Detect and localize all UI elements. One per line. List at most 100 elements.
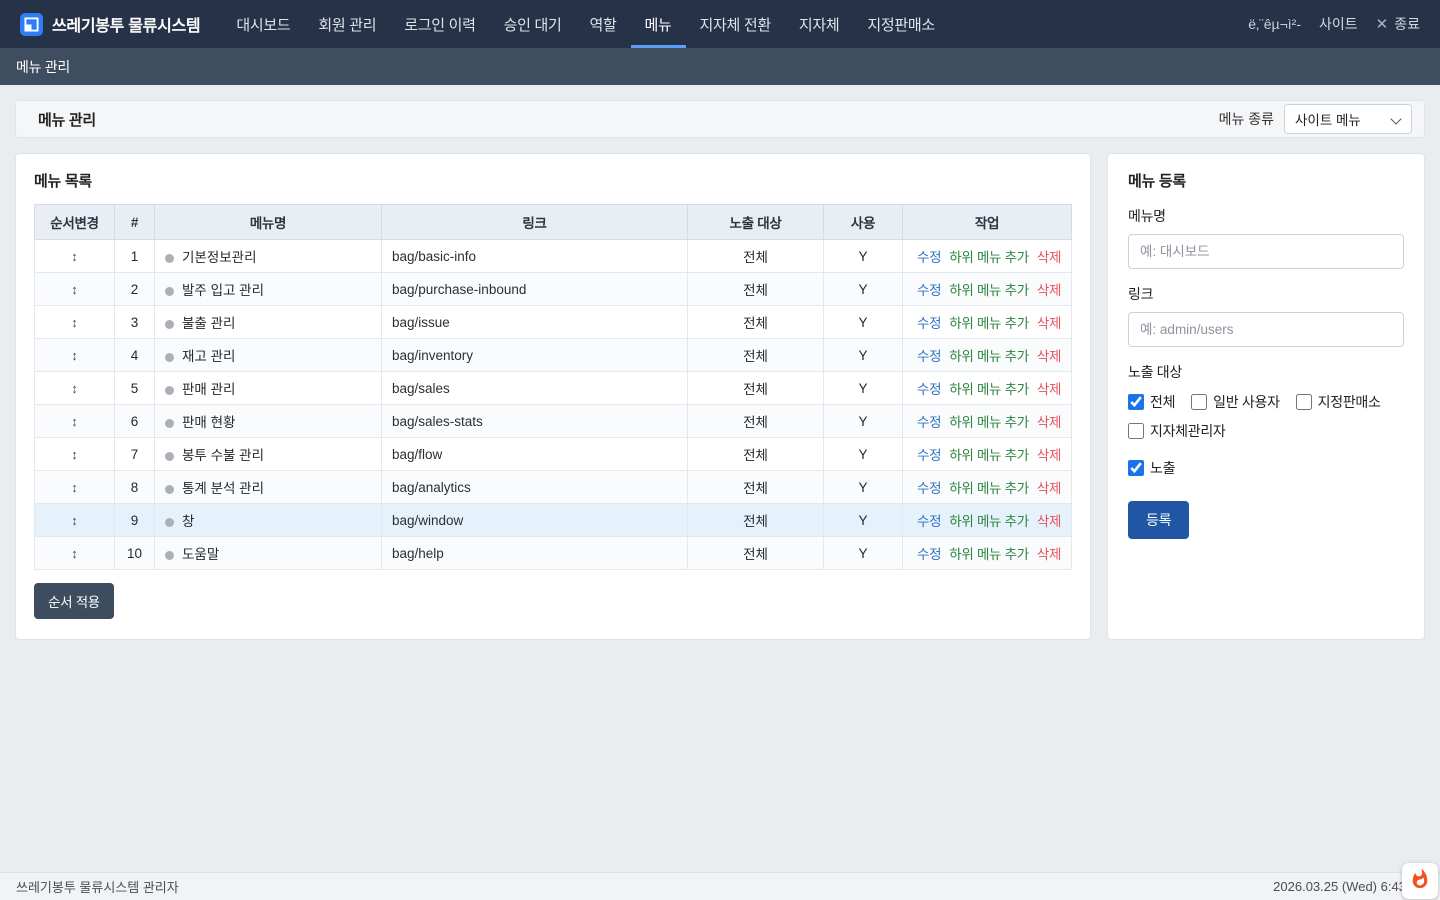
- add-child-menu-link[interactable]: 하위 메뉴 추가: [949, 250, 1029, 265]
- drag-handle[interactable]: ↕: [35, 504, 115, 537]
- nav-item-gov[interactable]: 지자체: [785, 0, 854, 48]
- target-checkbox-gov-admin[interactable]: 지자체관리자: [1128, 421, 1225, 441]
- delete-link[interactable]: 삭제: [1037, 448, 1061, 463]
- target-checkbox-input-general-user[interactable]: [1191, 394, 1207, 410]
- drag-handle[interactable]: ↕: [35, 438, 115, 471]
- add-child-menu-link[interactable]: 하위 메뉴 추가: [949, 316, 1029, 331]
- drag-handle[interactable]: ↕: [35, 240, 115, 273]
- menu-link: bag/purchase-inbound: [382, 273, 688, 306]
- edit-link[interactable]: 수정: [917, 382, 941, 397]
- delete-link[interactable]: 삭제: [1037, 415, 1061, 430]
- bullet-icon: [165, 485, 174, 494]
- footer: 쓰레기봉투 물류시스템 관리자 2026.03.25 (Wed) 6:43:43: [0, 872, 1440, 900]
- nav-item-roles[interactable]: 역할: [576, 0, 631, 48]
- target-checkbox-all[interactable]: 전체: [1128, 392, 1175, 412]
- menu-type-label: 메뉴 종류: [1219, 109, 1274, 129]
- drag-handle[interactable]: ↕: [35, 339, 115, 372]
- nav-item-dashboard[interactable]: 대시보드: [222, 0, 304, 48]
- expose-target-value: 전체: [688, 471, 824, 504]
- add-child-menu-link[interactable]: 하위 메뉴 추가: [949, 382, 1029, 397]
- edit-link[interactable]: 수정: [917, 448, 941, 463]
- target-checkbox-general-user[interactable]: 일반 사용자: [1191, 392, 1280, 412]
- add-child-menu-link[interactable]: 하위 메뉴 추가: [949, 547, 1029, 562]
- menu-name-cell: 판매 현황: [155, 405, 382, 438]
- visible-checkbox-input[interactable]: [1128, 460, 1144, 476]
- menu-name-cell: 창: [155, 504, 382, 537]
- delete-link[interactable]: 삭제: [1037, 250, 1061, 265]
- table-row: ↕1기본정보관리bag/basic-info전체Y수정하위 메뉴 추가삭제: [35, 240, 1072, 273]
- nav-item-gov-switch[interactable]: 지자체 전환: [686, 0, 785, 48]
- register-button[interactable]: 등록: [1128, 501, 1189, 539]
- edit-link[interactable]: 수정: [917, 349, 941, 364]
- flame-icon: [1409, 868, 1431, 895]
- use-flag: Y: [824, 471, 903, 504]
- drag-handle[interactable]: ↕: [35, 471, 115, 504]
- menu-name-text: 재고 관리: [182, 349, 235, 364]
- breadcrumb-bar: 메뉴 관리: [0, 48, 1440, 85]
- delete-link[interactable]: 삭제: [1037, 283, 1061, 298]
- row-actions: 수정 하위 메뉴 추가 삭제: [903, 372, 1072, 405]
- delete-link[interactable]: 삭제: [1037, 547, 1061, 562]
- add-child-menu-link[interactable]: 하위 메뉴 추가: [949, 415, 1029, 430]
- edit-link[interactable]: 수정: [917, 514, 941, 529]
- site-link[interactable]: 사이트: [1319, 14, 1358, 34]
- page-title: 메뉴 관리: [28, 109, 96, 130]
- add-child-menu-link[interactable]: 하위 메뉴 추가: [949, 283, 1029, 298]
- row-actions: 수정 하위 메뉴 추가 삭제: [903, 339, 1072, 372]
- edit-link[interactable]: 수정: [917, 481, 941, 496]
- menu-type-select[interactable]: 사이트 메뉴: [1284, 104, 1412, 134]
- menu-name-text: 기본정보관리: [182, 250, 257, 265]
- menu-name-cell: 통계 분석 관리: [155, 471, 382, 504]
- target-checkbox-designated-store[interactable]: 지정판매소: [1296, 392, 1381, 412]
- visible-checkbox-label: 노출: [1150, 458, 1175, 478]
- bullet-icon: [165, 551, 174, 560]
- add-child-menu-link[interactable]: 하위 메뉴 추가: [949, 448, 1029, 463]
- bullet-icon: [165, 353, 174, 362]
- apply-order-button[interactable]: 순서 적용: [34, 583, 114, 619]
- drag-handle[interactable]: ↕: [35, 405, 115, 438]
- bullet-icon: [165, 518, 174, 527]
- visible-checkbox[interactable]: 노출: [1128, 458, 1404, 478]
- menu-name-cell: 봉투 수불 관리: [155, 438, 382, 471]
- edit-link[interactable]: 수정: [917, 547, 941, 562]
- drag-handle[interactable]: ↕: [35, 372, 115, 405]
- row-actions: 수정 하위 메뉴 추가 삭제: [903, 537, 1072, 570]
- table-row: ↕8통계 분석 관리bag/analytics전체Y수정하위 메뉴 추가삭제: [35, 471, 1072, 504]
- row-number: 1: [115, 240, 155, 273]
- drag-handle[interactable]: ↕: [35, 306, 115, 339]
- menu-register-title: 메뉴 등록: [1128, 170, 1404, 191]
- edit-link[interactable]: 수정: [917, 415, 941, 430]
- edit-link[interactable]: 수정: [917, 283, 941, 298]
- menu-link-input[interactable]: [1128, 312, 1404, 347]
- table-row: ↕9창bag/window전체Y수정하위 메뉴 추가삭제: [35, 504, 1072, 537]
- edit-link[interactable]: 수정: [917, 250, 941, 265]
- add-child-menu-link[interactable]: 하위 메뉴 추가: [949, 349, 1029, 364]
- edit-link[interactable]: 수정: [917, 316, 941, 331]
- target-checkbox-input-gov-admin[interactable]: [1128, 423, 1144, 439]
- delete-link[interactable]: 삭제: [1037, 349, 1061, 364]
- delete-link[interactable]: 삭제: [1037, 481, 1061, 496]
- debug-toolbar-button[interactable]: [1402, 863, 1438, 899]
- add-child-menu-link[interactable]: 하위 메뉴 추가: [949, 481, 1029, 496]
- add-child-menu-link[interactable]: 하위 메뉴 추가: [949, 514, 1029, 529]
- nav-item-menu[interactable]: 메뉴: [631, 0, 686, 48]
- nav-item-approval[interactable]: 승인 대기: [490, 0, 576, 48]
- target-checkbox-input-designated-store[interactable]: [1296, 394, 1312, 410]
- brand[interactable]: 쓰레기봉투 물류시스템: [20, 12, 200, 36]
- delete-link[interactable]: 삭제: [1037, 382, 1061, 397]
- logout-button[interactable]: ✕ 종료: [1376, 14, 1420, 34]
- drag-handle[interactable]: ↕: [35, 537, 115, 570]
- menu-name-cell: 기본정보관리: [155, 240, 382, 273]
- nav-item-login-history[interactable]: 로그인 이력: [390, 0, 489, 48]
- nav-item-stores[interactable]: 지정판매소: [853, 0, 949, 48]
- target-checkbox-input-all[interactable]: [1128, 394, 1144, 410]
- delete-link[interactable]: 삭제: [1037, 316, 1061, 331]
- menu-link: bag/flow: [382, 438, 688, 471]
- checkbox-label: 지자체관리자: [1150, 421, 1225, 441]
- drag-handle[interactable]: ↕: [35, 273, 115, 306]
- menu-name-input[interactable]: [1128, 234, 1404, 269]
- nav-right: ë‚¨êµ¬ì²- 사이트 ✕ 종료: [1248, 14, 1420, 34]
- nav-item-members[interactable]: 회원 관리: [304, 0, 390, 48]
- expose-target-checkboxes: 전체 일반 사용자 지정판매소지자체관리자: [1128, 392, 1404, 441]
- delete-link[interactable]: 삭제: [1037, 514, 1061, 529]
